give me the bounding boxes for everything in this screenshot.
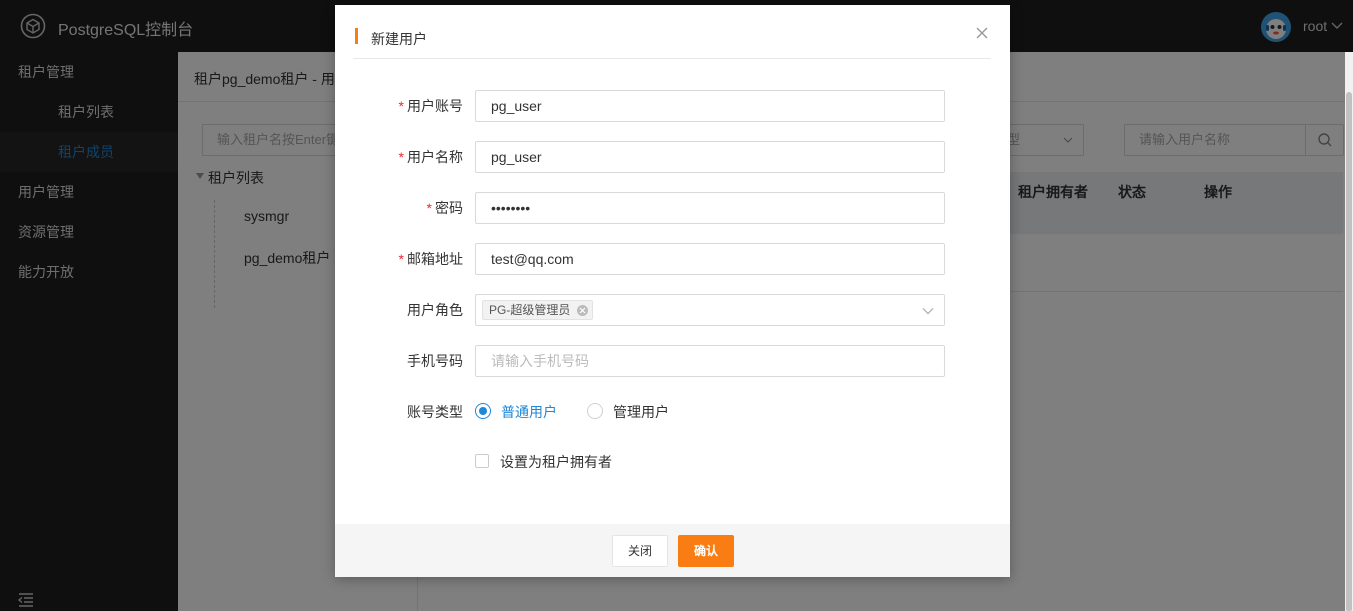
radio-checked[interactable] [475, 403, 491, 419]
phone-label: 手机号码 [407, 353, 463, 369]
role-label: 用户角色 [407, 302, 463, 318]
email-input[interactable] [475, 243, 945, 275]
radio-normal-user-label: 普通用户 [501, 404, 557, 420]
role-select[interactable]: PG-超级管理员 [475, 294, 945, 326]
dialog-title: 新建用户 [371, 31, 427, 47]
close-button[interactable]: 关闭 [612, 535, 668, 567]
tenant-owner-checkbox-label[interactable]: 设置为租户拥有者 [500, 452, 612, 472]
chevron-down-icon [922, 308, 934, 315]
tenant-owner-checkbox[interactable] [475, 454, 489, 468]
account-input[interactable] [475, 90, 945, 122]
email-label: * 邮箱地址 [398, 251, 463, 267]
required-mark: * [398, 149, 404, 165]
scrollbar-thumb[interactable] [1346, 92, 1352, 611]
role-tag: PG-超级管理员 [482, 300, 594, 320]
tag-remove-icon[interactable] [577, 305, 589, 316]
account-type-label: 账号类型 [407, 404, 463, 420]
page-scrollbar[interactable] [1345, 52, 1353, 611]
title-accent-bar [355, 28, 358, 44]
required-mark: * [398, 251, 404, 267]
role-tag-label: PG-超级管理员 [489, 303, 571, 317]
account-label: * 用户账号 [398, 98, 463, 114]
dialog-footer: 关闭 确认 [335, 524, 1010, 577]
password-input[interactable] [475, 192, 945, 224]
new-user-dialog: 新建用户 *用户账号 *用户名称 *密码 *邮箱地址 用户角色 PG-超级管理员… [335, 5, 1010, 577]
phone-input[interactable] [475, 345, 945, 377]
password-label: * 密码 [426, 200, 463, 216]
close-icon[interactable] [975, 26, 989, 40]
radio-admin-user-label: 管理用户 [613, 404, 669, 420]
name-input[interactable] [475, 141, 945, 173]
name-label: * 用户名称 [398, 149, 463, 165]
required-mark: * [398, 98, 404, 114]
confirm-button[interactable]: 确认 [678, 535, 734, 567]
dialog-header: 新建用户 [353, 5, 991, 59]
radio-unchecked[interactable] [587, 403, 603, 419]
required-mark: * [426, 200, 432, 216]
